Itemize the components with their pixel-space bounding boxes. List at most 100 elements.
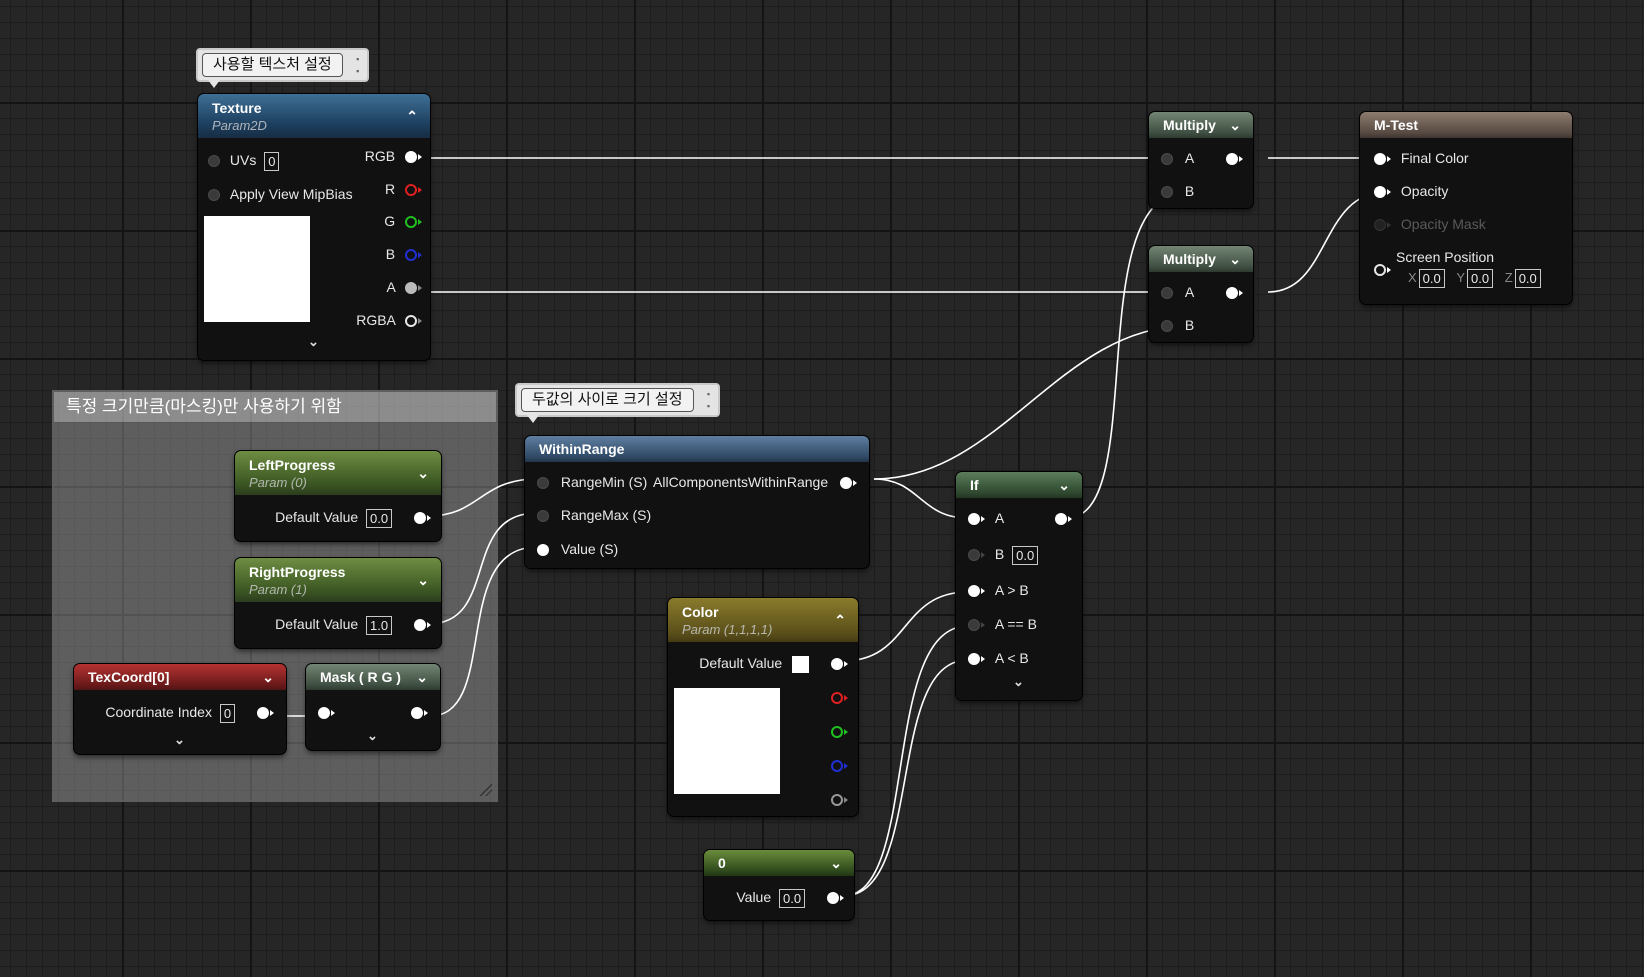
chevron-down-icon[interactable]: ⌄	[174, 732, 185, 748]
node-mask-header[interactable]: Mask ( R G ) ⌄	[306, 664, 440, 690]
pin-output[interactable]	[1226, 153, 1238, 166]
node-mask[interactable]: Mask ( R G ) ⌄ ⌄	[306, 664, 440, 750]
pin-output[interactable]	[414, 512, 426, 525]
node-texture-header[interactable]: Texture Param2D ⌃	[198, 94, 430, 138]
pin-input-uvs[interactable]	[208, 155, 220, 168]
pin-output-b[interactable]	[831, 760, 843, 773]
pin-input-a-gt-b[interactable]	[968, 585, 980, 598]
default-value-field[interactable]: 0.0	[366, 508, 393, 528]
node-left-progress-header[interactable]: LeftProgress Param (0) ⌄	[235, 451, 441, 495]
pin-input-opacity[interactable]	[1374, 186, 1386, 199]
pin-arrow-icon	[981, 656, 985, 663]
node-constant-header[interactable]: 0 ⌄	[704, 850, 854, 876]
pin-input-final-color[interactable]	[1374, 153, 1386, 166]
pin-output[interactable]	[840, 477, 852, 490]
chevron-down-icon[interactable]: ⌄	[416, 669, 428, 685]
pin-input-b[interactable]	[1161, 186, 1173, 199]
chevron-down-icon[interactable]: ⌄	[417, 465, 429, 481]
pin-output[interactable]	[411, 707, 423, 720]
node-subtitle: Param (1,1,1,1)	[682, 622, 773, 637]
pin-output[interactable]	[1055, 513, 1067, 526]
value-field[interactable]: 0.0	[779, 888, 806, 908]
node-multiply-1[interactable]: Multiply ⌄ A B	[1149, 112, 1253, 208]
chevron-down-icon[interactable]: ⌄	[1058, 477, 1070, 493]
chevron-up-icon[interactable]: ⌃	[834, 612, 846, 628]
pin-input-value[interactable]	[537, 544, 549, 557]
node-texcoord-header[interactable]: TexCoord[0] ⌄	[74, 664, 286, 690]
comment-bubble-texture[interactable]: 사용할 텍스처 설정 ▪ ▪	[196, 48, 369, 88]
color-swatch[interactable]	[792, 655, 810, 673]
uvs-value-field[interactable]: 0	[264, 151, 280, 171]
node-if[interactable]: If ⌄ A B 0.0 A > B A == B A < B ⌄	[956, 472, 1082, 700]
pin-output-a[interactable]	[831, 794, 843, 807]
pin-output[interactable]	[1226, 287, 1238, 300]
default-value-field[interactable]: 1.0	[366, 615, 393, 635]
pin-output-a[interactable]	[405, 282, 417, 295]
pin-row-output: AllComponentsWithinRange	[653, 473, 857, 491]
node-if-header[interactable]: If ⌄	[956, 472, 1082, 498]
node-subtitle: Param (0)	[249, 475, 307, 490]
node-texcoord[interactable]: TexCoord[0] ⌄ Coordinate Index 0 ⌄	[74, 664, 286, 754]
node-color-header[interactable]: Color Param (1,1,1,1) ⌃	[668, 598, 858, 642]
z-value-field[interactable]: 0.0	[1514, 269, 1541, 289]
node-left-progress[interactable]: LeftProgress Param (0) ⌄ Default Value 0…	[235, 451, 441, 541]
comment-group-title[interactable]: 특정 크기만큼(마스킹)만 사용하기 위함	[54, 392, 496, 422]
node-multiply-1-header[interactable]: Multiply ⌄	[1149, 112, 1253, 138]
pin-input-a-lt-b[interactable]	[968, 653, 980, 666]
chevron-down-icon[interactable]: ⌄	[1229, 117, 1241, 133]
pin-output[interactable]	[257, 707, 269, 720]
pin-output-g[interactable]	[831, 726, 843, 739]
y-value-field[interactable]: 0.0	[1467, 269, 1494, 289]
node-material-result[interactable]: M-Test Final Color Opacity Opacity Mask …	[1360, 112, 1572, 304]
pin-output-rgb[interactable]	[405, 151, 417, 164]
pin-input[interactable]	[318, 707, 330, 720]
node-color[interactable]: Color Param (1,1,1,1) ⌃ Default Value	[668, 598, 858, 816]
pin-input-b[interactable]	[968, 549, 980, 562]
b-value-field[interactable]: 0.0	[1012, 545, 1039, 565]
pin-output[interactable]	[827, 892, 839, 905]
pin-output-g[interactable]	[405, 216, 417, 229]
chevron-down-icon[interactable]: ⌄	[367, 728, 378, 744]
x-value-field[interactable]: 0.0	[1418, 269, 1445, 289]
pin-output-r[interactable]	[405, 184, 417, 197]
chevron-down-icon[interactable]: ⌄	[830, 855, 842, 871]
chevron-up-icon[interactable]: ⌃	[406, 108, 418, 124]
chevron-down-icon[interactable]: ⌄	[262, 669, 274, 685]
node-within-range[interactable]: WithinRange RangeMin (S) RangeMax (S) Va…	[525, 436, 869, 568]
pin-input-range-max[interactable]	[537, 510, 549, 523]
pin-input-a[interactable]	[968, 513, 980, 526]
pin-input-range-min[interactable]	[537, 477, 549, 490]
pin-label: B	[1184, 317, 1195, 333]
resize-handle-icon[interactable]	[478, 782, 492, 796]
pin-output-b[interactable]	[405, 249, 417, 262]
chevron-down-icon[interactable]: ⌄	[417, 572, 429, 588]
pin-input-opacity-mask[interactable]	[1374, 219, 1386, 232]
pin-arrow-icon	[981, 552, 985, 559]
chevron-down-icon[interactable]: ⌄	[308, 334, 319, 350]
pin-output-rgba[interactable]	[405, 315, 417, 328]
chevron-down-icon[interactable]: ⌄	[1013, 674, 1024, 690]
chevron-down-icon[interactable]: ⌄	[1229, 251, 1241, 267]
node-right-progress[interactable]: RightProgress Param (1) ⌄ Default Value …	[235, 558, 441, 648]
pin-comment-icon[interactable]: ▪ ▪	[353, 53, 363, 77]
pin-input-screen-position[interactable]	[1374, 264, 1386, 277]
pin-input-mipbias[interactable]	[208, 189, 220, 202]
node-multiply-2-header[interactable]: Multiply ⌄	[1149, 246, 1253, 272]
comment-bubble-range[interactable]: 두값의 사이로 크기 설정 ▪ ▪	[515, 383, 720, 423]
pin-input-a[interactable]	[1161, 287, 1173, 300]
coordinate-index-field[interactable]: 0	[219, 703, 236, 723]
node-material-result-header[interactable]: M-Test	[1360, 112, 1572, 138]
pin-output[interactable]	[831, 658, 843, 671]
pin-input-a-eq-b[interactable]	[968, 619, 980, 632]
node-constant[interactable]: 0 ⌄ Value 0.0	[704, 850, 854, 920]
pin-output[interactable]	[414, 619, 426, 632]
pin-output-r[interactable]	[831, 692, 843, 705]
node-right-progress-header[interactable]: RightProgress Param (1) ⌄	[235, 558, 441, 602]
node-multiply-2[interactable]: Multiply ⌄ A B	[1149, 246, 1253, 342]
node-texture[interactable]: Texture Param2D ⌃ UVs 0 Apply View MipBi…	[198, 94, 430, 360]
pin-input-a[interactable]	[1161, 153, 1173, 166]
pin-comment-icon[interactable]: ▪ ▪	[704, 388, 714, 412]
pin-row-b	[831, 756, 848, 774]
pin-input-b[interactable]	[1161, 320, 1173, 333]
node-within-range-header[interactable]: WithinRange	[525, 436, 869, 462]
